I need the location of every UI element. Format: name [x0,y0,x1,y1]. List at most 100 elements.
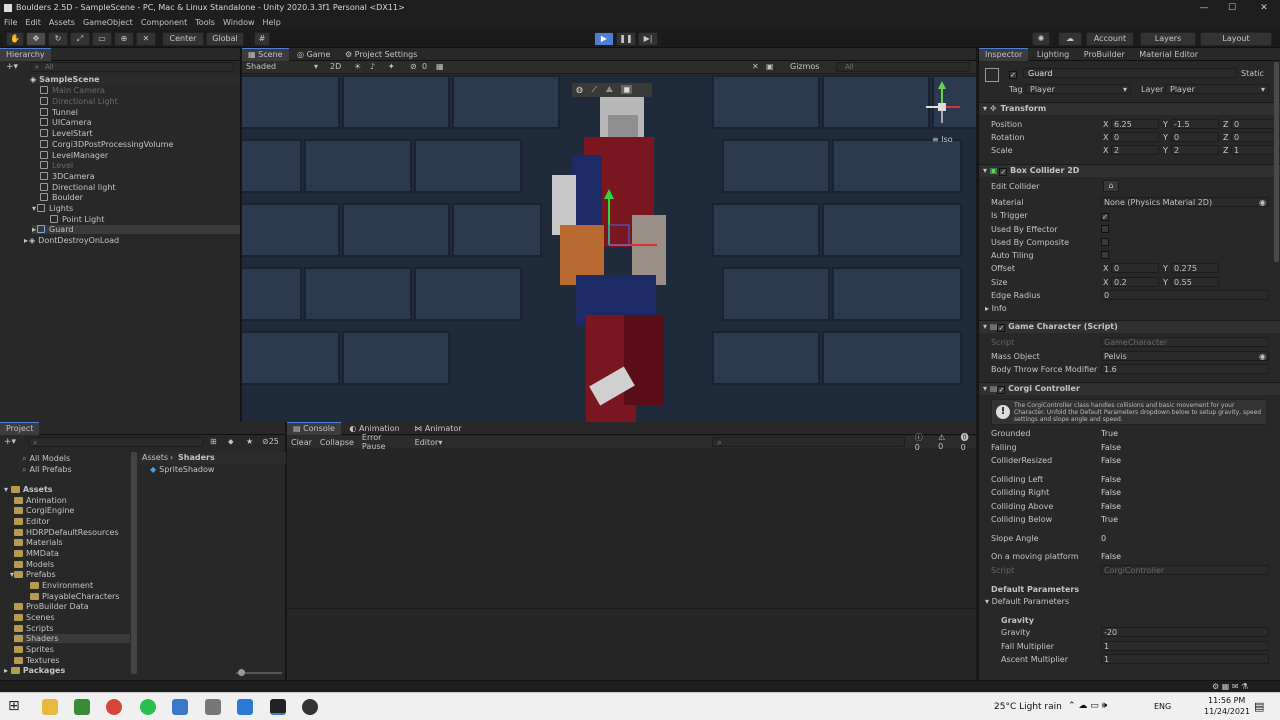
default-params-foldout[interactable]: ▾ Default Parameters [985,597,1069,606]
tab-material-editor[interactable]: Material Editor [1133,49,1204,61]
face-mode-icon[interactable]: ⟁ [606,85,613,94]
foldout-icon[interactable]: ▾ [32,204,36,213]
hierarchy-item[interactable]: ▸◈ DontDestroyOnLoad [24,236,119,245]
scene-viewport[interactable]: ◍ ⟋ ⟁ ◼ ≡ Iso [242,75,976,422]
maximize-icon[interactable]: ☐ [1216,0,1248,16]
clock-date[interactable]: 11/24/2021 [1204,707,1250,716]
camera-icon[interactable]: ▣ [766,62,774,71]
used-by-effector-checkbox[interactable] [1101,225,1109,234]
scale-y-field[interactable]: 2 [1171,145,1219,155]
project-search-input[interactable]: ⌕ [28,437,204,447]
effects-toggle-icon[interactable]: ✦ [388,62,395,71]
box-collider-header[interactable]: ▾ ▣ ✓ Box Collider 2D [979,164,1280,177]
breadcrumb-assets[interactable]: Assets [142,453,168,462]
add-icon[interactable]: +▾ [4,437,16,447]
edge-radius-field[interactable]: 0 [1101,290,1269,300]
tray-icons[interactable]: ⌃ ☁ ▭ 🕪 [1068,701,1107,711]
rotation-z-field[interactable]: 0 [1231,132,1275,142]
notification-icon[interactable]: ▤ [1254,700,1264,713]
scene-root-item[interactable]: ◈ SampleScene [30,75,240,84]
hierarchy-item[interactable]: Point Light [50,215,104,224]
offset-y-field[interactable]: 0.275 [1171,263,1219,273]
menu-component[interactable]: Component [141,16,187,30]
tree-item-assets[interactable]: ▾ Assets [4,485,53,494]
rotate-tool-icon[interactable]: ↻ [48,32,68,46]
hierarchy-item[interactable]: Main Camera [40,86,105,95]
hierarchy-item[interactable]: LevelStart [40,129,93,138]
hierarchy-item[interactable]: Level [40,161,73,170]
editor-dropdown[interactable]: Editor [415,438,439,447]
position-y-field[interactable]: -1.5 [1171,119,1219,129]
unity-hub-icon[interactable] [302,699,318,715]
object-picker-icon[interactable]: ◉ [1259,198,1266,207]
position-x-field[interactable]: 6.25 [1111,119,1159,129]
add-icon[interactable]: +▾ [6,62,18,72]
material-object-field[interactable]: None (Physics Material 2D) ◉ [1101,197,1269,207]
hierarchy-item[interactable]: ▾ Lights [32,204,73,213]
object-mode-icon[interactable]: ◼ [621,85,633,94]
used-by-composite-checkbox[interactable] [1101,238,1109,247]
gizmos-dropdown[interactable]: Gizmos [790,62,819,71]
clear-button[interactable]: Clear [291,438,312,447]
position-z-field[interactable]: 0 [1231,119,1275,129]
ascent-multiplier-field[interactable]: 1 [1101,654,1269,664]
shading-mode-dropdown[interactable]: Shaded [246,62,276,71]
favorite-item[interactable]: ⌕ All Models [22,454,70,464]
hand-tool-icon[interactable]: ✋ [6,32,24,46]
hierarchy-item[interactable]: Corgi3DPostProcessingVolume [40,140,173,149]
step-button[interactable]: ▶| [638,32,658,46]
filter-type-icon[interactable]: ⊞ [210,437,217,446]
transform-header[interactable]: ▾ ✥ Transform [979,102,1280,115]
hierarchy-item[interactable]: Boulder [40,193,83,202]
language-indicator[interactable]: ENG [1154,702,1171,711]
component-enabled-checkbox[interactable]: ✓ [997,324,1006,332]
error-pause-button[interactable]: Error Pause [362,433,407,451]
play-button[interactable]: ▶ [594,32,614,46]
vertex-mode-icon[interactable]: ◍ [576,85,583,94]
hierarchy-item-selected[interactable]: ▸ Guard [32,225,240,234]
edit-collider-button[interactable]: ⌂ [1103,180,1119,192]
tree-item-selected[interactable]: Shaders [14,634,130,643]
tree-item[interactable]: CorgiEngine [14,506,74,515]
vscode-icon[interactable] [237,699,253,715]
scale-x-field[interactable]: 2 [1111,145,1159,155]
pivot-center-button[interactable]: Center [162,32,204,46]
orientation-gizmo-icon[interactable] [918,79,972,129]
collapse-button[interactable]: Collapse [320,438,354,447]
unity-icon[interactable] [270,699,286,715]
asset-item[interactable]: ◆ SpriteShadow [150,465,214,474]
static-dropdown[interactable]: Static [1241,69,1264,78]
tree-item[interactable]: Sprites [14,645,54,654]
scene-search-input[interactable]: All [836,62,970,72]
menu-help[interactable]: Help [263,16,281,30]
size-x-field[interactable]: 0.2 [1111,277,1159,287]
menu-assets[interactable]: Assets [49,16,75,30]
tab-scene[interactable]: ▦ Scene [242,48,289,61]
component-enabled-checkbox[interactable]: ✓ [997,386,1006,394]
mass-object-field[interactable]: Pelvis ◉ [1101,351,1269,361]
console-search-input[interactable]: ⌕ [712,437,905,447]
hierarchy-item[interactable]: Directional Light [40,97,118,106]
size-y-field[interactable]: 0.55 [1171,277,1219,287]
tab-lighting[interactable]: Lighting [1031,49,1075,61]
tree-item[interactable]: Environment [30,581,93,590]
account-dropdown[interactable]: Account [1086,32,1134,46]
hierarchy-item[interactable]: UICamera [40,118,92,127]
info-foldout[interactable]: ▸ Info [985,304,1007,313]
chrome-icon[interactable] [106,699,122,715]
tree-item[interactable]: Editor [14,517,50,526]
tree-item[interactable]: Animation [14,496,67,505]
tree-scrollbar[interactable] [131,452,137,674]
auto-tiling-checkbox[interactable] [1101,251,1109,260]
corgi-controller-header[interactable]: ▾ ▤✓ Corgi Controller [979,382,1280,395]
pivot-global-button[interactable]: Global [206,32,244,46]
audio-toggle-icon[interactable]: ♪ [370,62,375,71]
hierarchy-search-input[interactable]: ⌕ All [30,62,234,72]
grid-toggle-icon[interactable]: ▦ [436,62,444,71]
hidden-packages-count[interactable]: ⊘25 [262,437,279,446]
layer-dropdown[interactable]: Player ▾ [1165,84,1269,94]
favorite-icon[interactable]: ★ [246,437,253,446]
is-trigger-checkbox[interactable]: ✓ [1101,211,1109,221]
menu-file[interactable]: File [4,16,17,30]
favorite-item[interactable]: ⌕ All Prefabs [22,465,72,475]
